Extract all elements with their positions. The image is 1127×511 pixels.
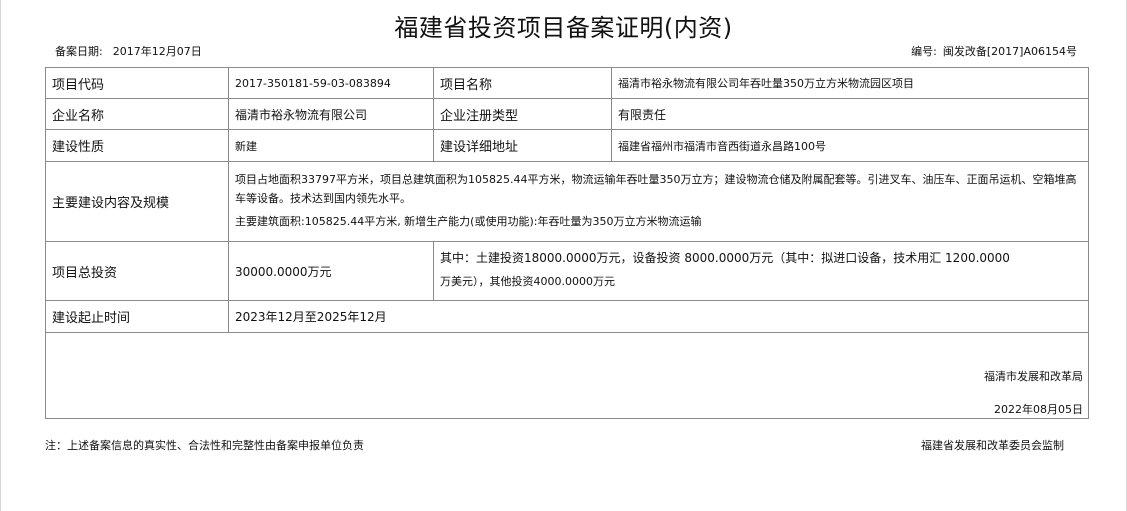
record-date: 备案日期: 2017年12月07日 [55,43,202,59]
serial-number-value: 闽发改备[2017]A06154号 [942,45,1077,58]
page-border-left [0,0,1,511]
serial-number-label: 编号: [911,45,937,58]
total-investment-value: 30000.0000万元 [228,241,434,301]
record-date-value: 2017年12月07日 [112,45,202,58]
table-row: 主要建设内容及规模 项目占地面积33797平方米，项目总建筑面积为105825.… [45,161,1089,242]
footnote: 注：上述备案信息的真实性、合法性和完整性由备案申报单位负责 [45,439,364,452]
filing-table: 项目代码 2017-350181-59-03-083894 项目名称 福清市裕永… [45,67,1089,419]
table-row: 项目代码 2017-350181-59-03-083894 项目名称 福清市裕永… [45,67,1089,99]
construction-nature-value: 新建 [228,129,434,162]
issue-date: 2022年08月05日 [994,403,1083,416]
table-row: 福清市发展和改革局 2022年08月05日 [45,332,1089,419]
main-content-text: 项目占地面积33797平方米，项目总建筑面积为105825.44平方米，物流运输… [235,172,1077,205]
supervision-note: 福建省发展和改革委员会监制 [921,439,1064,452]
address-label: 建设详细地址 [433,129,612,162]
main-content-area-capacity: 主要建筑面积:105825.44平方米, 新增生产能力(或使用功能):年吞吐量为… [235,214,702,228]
document-title: 福建省投资项目备案证明(内资) [394,14,733,42]
table-row: 建设性质 新建 建设详细地址 福建省福州市福清市音西街道永昌路100号 [45,129,1089,162]
investment-breakdown: 其中：土建投资18000.0000万元，设备投资 8000.0000万元（其中：… [433,241,1089,301]
period-label: 建设起止时间 [45,300,229,333]
record-date-label: 备案日期: [55,45,103,58]
registration-type-label: 企业注册类型 [433,98,612,130]
investment-breakdown-line1: 其中：土建投资18000.0000万元，设备投资 8000.0000万元（其中：… [440,251,1010,265]
table-row: 建设起止时间 2023年12月至2025年12月 [45,300,1089,333]
construction-nature-label: 建设性质 [45,129,229,162]
project-code-label: 项目代码 [45,67,229,99]
period-value: 2023年12月至2025年12月 [228,300,1089,333]
company-name-label: 企业名称 [45,98,229,130]
main-content-label: 主要建设内容及规模 [45,161,229,242]
main-content-cell: 项目占地面积33797平方米，项目总建筑面积为105825.44平方米，物流运输… [228,161,1089,242]
table-row: 企业名称 福清市裕永物流有限公司 企业注册类型 有限责任 [45,98,1089,130]
signature-cell: 福清市发展和改革局 2022年08月05日 [45,332,1089,419]
project-name-value: 福清市裕永物流有限公司年吞吐量350万立方米物流园区项目 [611,67,1089,99]
project-code-value: 2017-350181-59-03-083894 [228,67,434,99]
address-value: 福建省福州市福清市音西街道永昌路100号 [611,129,1089,162]
total-investment-label: 项目总投资 [45,241,229,301]
project-name-label: 项目名称 [433,67,612,99]
serial-number: 编号: 闽发改备[2017]A06154号 [911,43,1077,59]
registration-type-value: 有限责任 [611,98,1089,130]
table-row: 项目总投资 30000.0000万元 其中：土建投资18000.0000万元，设… [45,241,1089,301]
investment-breakdown-line2: 万美元），其他投资4000.0000万元 [440,275,615,288]
issuing-authority: 福清市发展和改革局 [984,370,1083,383]
company-name-value: 福清市裕永物流有限公司 [228,98,434,130]
